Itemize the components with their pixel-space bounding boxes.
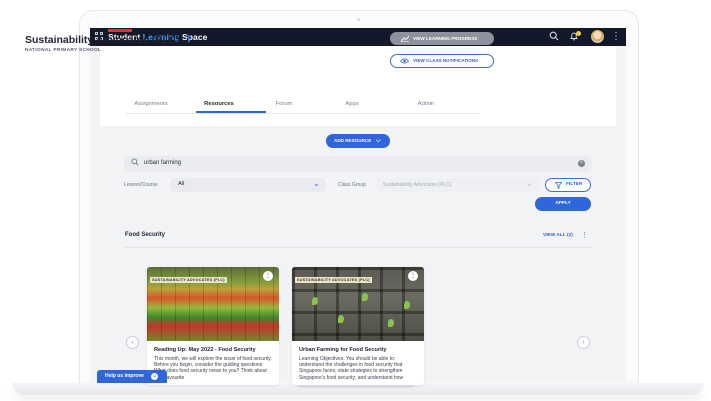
camera-dot <box>357 18 360 21</box>
search-input[interactable]: urban farming <box>144 160 181 166</box>
notification-badge <box>576 31 581 36</box>
chevron-down-icon: ⌄ <box>313 179 320 188</box>
brand-suffix: Space <box>179 32 208 42</box>
header-panel <box>100 46 616 126</box>
eye-icon <box>399 55 410 69</box>
lesson-course-value: All <box>178 181 185 187</box>
tab-admin[interactable]: Admin <box>391 101 461 107</box>
card-title: Urban Farming for Food Security <box>299 347 387 353</box>
card-tag: SUSTAINABILITY ADVOCATES (PLC) <box>295 277 372 283</box>
class-group-label: Class Group <box>338 182 366 188</box>
active-tab-indicator <box>196 111 266 113</box>
tab-apps[interactable]: Apps <box>317 101 387 107</box>
section-divider <box>124 247 592 248</box>
more-icon[interactable]: ⋮ <box>610 31 622 43</box>
search-icon[interactable] <box>548 31 560 43</box>
view-class-notifications-label: VIEW CLASS NOTIFICATIONS <box>413 58 479 63</box>
card-more-icon[interactable]: ⋮ <box>263 271 273 281</box>
tab-forum[interactable]: Forum <box>249 101 319 107</box>
add-resource-button[interactable]: ADD RESOURCE ⌵ <box>326 134 390 148</box>
chevron-down-icon: ⌵ <box>376 138 381 144</box>
filter-label: FILTER <box>566 182 583 187</box>
section-more-icon[interactable]: ⋮ <box>581 231 588 239</box>
section-title: Food Security <box>125 232 166 238</box>
view-learning-progress-label: VIEW LEARNING PROGRESS <box>413 36 478 41</box>
chevron-down-icon: ⌄ <box>526 179 533 188</box>
filter-icon <box>554 179 563 194</box>
class-group-select[interactable]: Sustainability Advocates (PLC) ⌄ <box>376 178 540 192</box>
card-description: Learning Objectives: You should be able … <box>299 356 404 381</box>
card-description: This month, we will explore the issue of… <box>154 356 272 381</box>
add-resource-label: ADD RESOURCE <box>334 138 372 143</box>
card-more-icon[interactable]: ⋮ <box>408 271 418 281</box>
tab-assignments[interactable]: Assignments <box>116 101 186 107</box>
card-tag: SUSTAINABILITY ADVOCATES (PLC) <box>150 277 227 283</box>
resource-card[interactable]: SUSTAINABILITY ADVOCATES (PLC) ⋮ Urban F… <box>292 267 424 385</box>
lesson-course-select[interactable]: All ⌄ <box>170 178 326 192</box>
carousel-next-button[interactable]: › <box>577 336 590 349</box>
tabs-divider <box>126 113 480 114</box>
school-name: NATIONAL PRIMARY SCHOOL <box>25 48 102 53</box>
card-title: Reading Up: May 2022 - Food Security <box>154 347 256 353</box>
clear-search-icon[interactable]: × <box>578 160 585 167</box>
class-group-value: Sustainability Advocates (PLC) <box>383 182 452 188</box>
view-class-notifications-button[interactable]: VIEW CLASS NOTIFICATIONS <box>390 54 494 68</box>
lesson-course-label: Lesson/Course <box>124 182 158 188</box>
help-us-improve-button[interactable]: Help us improve ☺ <box>97 370 167 383</box>
chart-icon <box>400 32 410 48</box>
apply-button[interactable]: APPLY <box>535 197 591 211</box>
view-learning-progress-button[interactable]: VIEW LEARNING PROGRESS <box>390 32 494 45</box>
filter-button[interactable]: FILTER <box>545 178 591 192</box>
pin-icon[interactable] <box>185 34 193 45</box>
smile-icon: ☺ <box>151 373 158 380</box>
view-all-link[interactable]: VIEW ALL (2) <box>543 233 573 238</box>
tab-resources[interactable]: Resources <box>184 101 254 107</box>
search-bar[interactable]: urban farming × <box>124 156 592 172</box>
search-icon <box>131 158 139 168</box>
avatar[interactable] <box>591 30 604 43</box>
page-title: Sustainability Advocates (PLC) <box>25 34 180 46</box>
carousel-prev-button[interactable]: ‹ <box>126 336 139 349</box>
help-us-improve-label: Help us improve <box>105 373 144 379</box>
resource-card[interactable]: SUSTAINABILITY ADVOCATES (PLC) ⋮ Reading… <box>147 267 279 385</box>
